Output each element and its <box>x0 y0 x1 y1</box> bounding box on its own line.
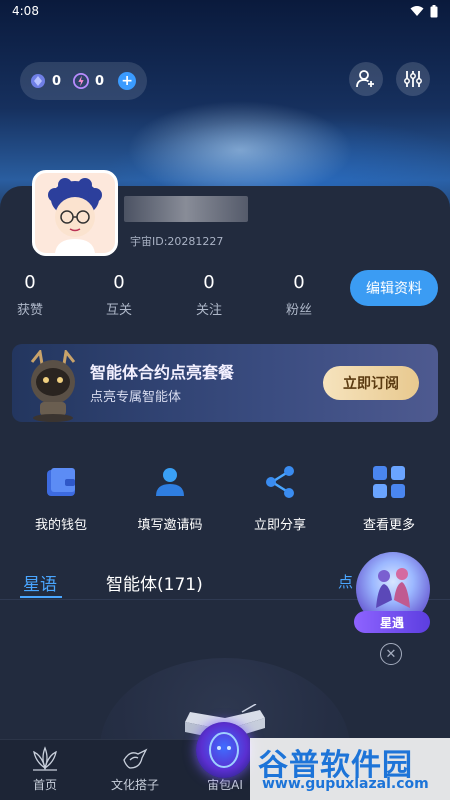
wallet-label: 我的钱包 <box>34 518 87 533</box>
lotus-icon <box>33 746 57 771</box>
username-redacted <box>124 196 248 222</box>
share-label: 立即分享 <box>253 518 306 533</box>
ai-face-icon <box>209 732 239 768</box>
stat-label: 粉丝 <box>285 303 312 318</box>
status-time: 4:08 <box>12 4 39 18</box>
grid-icon <box>373 466 405 498</box>
subscribe-button[interactable]: 立即订阅 <box>323 366 419 400</box>
sliders-icon <box>404 71 422 87</box>
stat-likes[interactable]: 0 获赞 <box>0 272 60 318</box>
more-action[interactable]: 查看更多 <box>344 462 434 533</box>
tab-xingyu[interactable]: 星语 <box>23 570 57 595</box>
avatar[interactable] <box>32 170 118 256</box>
tab-right-link[interactable]: 点 <box>338 571 353 592</box>
nav-home-label: 首页 <box>32 778 57 792</box>
edit-profile-button[interactable]: 编辑资料 <box>350 270 438 306</box>
add-coins-button[interactable]: + <box>118 72 137 90</box>
tab-agents[interactable]: 智能体(171) <box>106 570 203 595</box>
stat-value: 0 <box>293 272 305 293</box>
person-icon <box>156 468 184 496</box>
stat-value: 0 <box>113 272 125 293</box>
watermark-url: www.gupuxlazal.com <box>262 776 429 792</box>
avatar-cartoon-icon <box>48 178 102 253</box>
coin2-value: 0 <box>95 73 105 89</box>
currency-capsule[interactable]: 0 0 + <box>20 62 147 100</box>
dragon-robot-icon <box>30 350 76 422</box>
wifi-icon <box>410 6 424 16</box>
star-meet-badge[interactable]: 星遇 <box>354 611 430 633</box>
invite-code-action[interactable]: 填写邀请码 <box>125 462 215 533</box>
status-bar: 4:08 <box>0 0 450 22</box>
stat-label: 互关 <box>105 303 132 318</box>
user-id: 宇宙ID:20281227 <box>130 235 224 248</box>
close-widget-button[interactable]: ✕ <box>380 643 402 665</box>
stat-mutual[interactable]: 0 互关 <box>89 272 149 318</box>
stat-label: 关注 <box>195 303 222 318</box>
invite-code-label: 填写邀请码 <box>137 518 203 533</box>
more-label: 查看更多 <box>362 518 415 533</box>
stat-label: 获赞 <box>16 303 43 318</box>
stat-value: 0 <box>203 272 215 293</box>
share-icon <box>266 466 294 498</box>
stat-value: 0 <box>24 272 36 293</box>
ai-orb-icon[interactable] <box>196 722 252 778</box>
gem-coin-icon <box>30 73 46 89</box>
stat-followers[interactable]: 0 粉丝 <box>269 272 329 318</box>
energy-coin-icon <box>73 73 90 89</box>
add-person-icon <box>356 70 374 88</box>
nav-home[interactable]: 首页 <box>10 746 80 793</box>
wallet-icon <box>47 468 75 496</box>
nav-culture[interactable]: 文化搭子 <box>100 746 170 793</box>
wallet-action[interactable]: 我的钱包 <box>16 462 106 533</box>
nav-culture-label: 文化搭子 <box>110 778 159 792</box>
banner-subtitle: 点亮专属智能体 <box>90 390 182 405</box>
stat-following[interactable]: 0 关注 <box>179 272 239 318</box>
bird-icon <box>123 748 148 769</box>
coin1-value: 0 <box>52 73 62 89</box>
add-friend-button[interactable] <box>349 62 383 96</box>
settings-button[interactable] <box>396 62 430 96</box>
tab-indicator <box>20 596 62 598</box>
share-action[interactable]: 立即分享 <box>235 462 325 533</box>
battery-icon <box>430 4 438 17</box>
banner-title: 智能体合约点亮套餐 <box>90 363 235 382</box>
